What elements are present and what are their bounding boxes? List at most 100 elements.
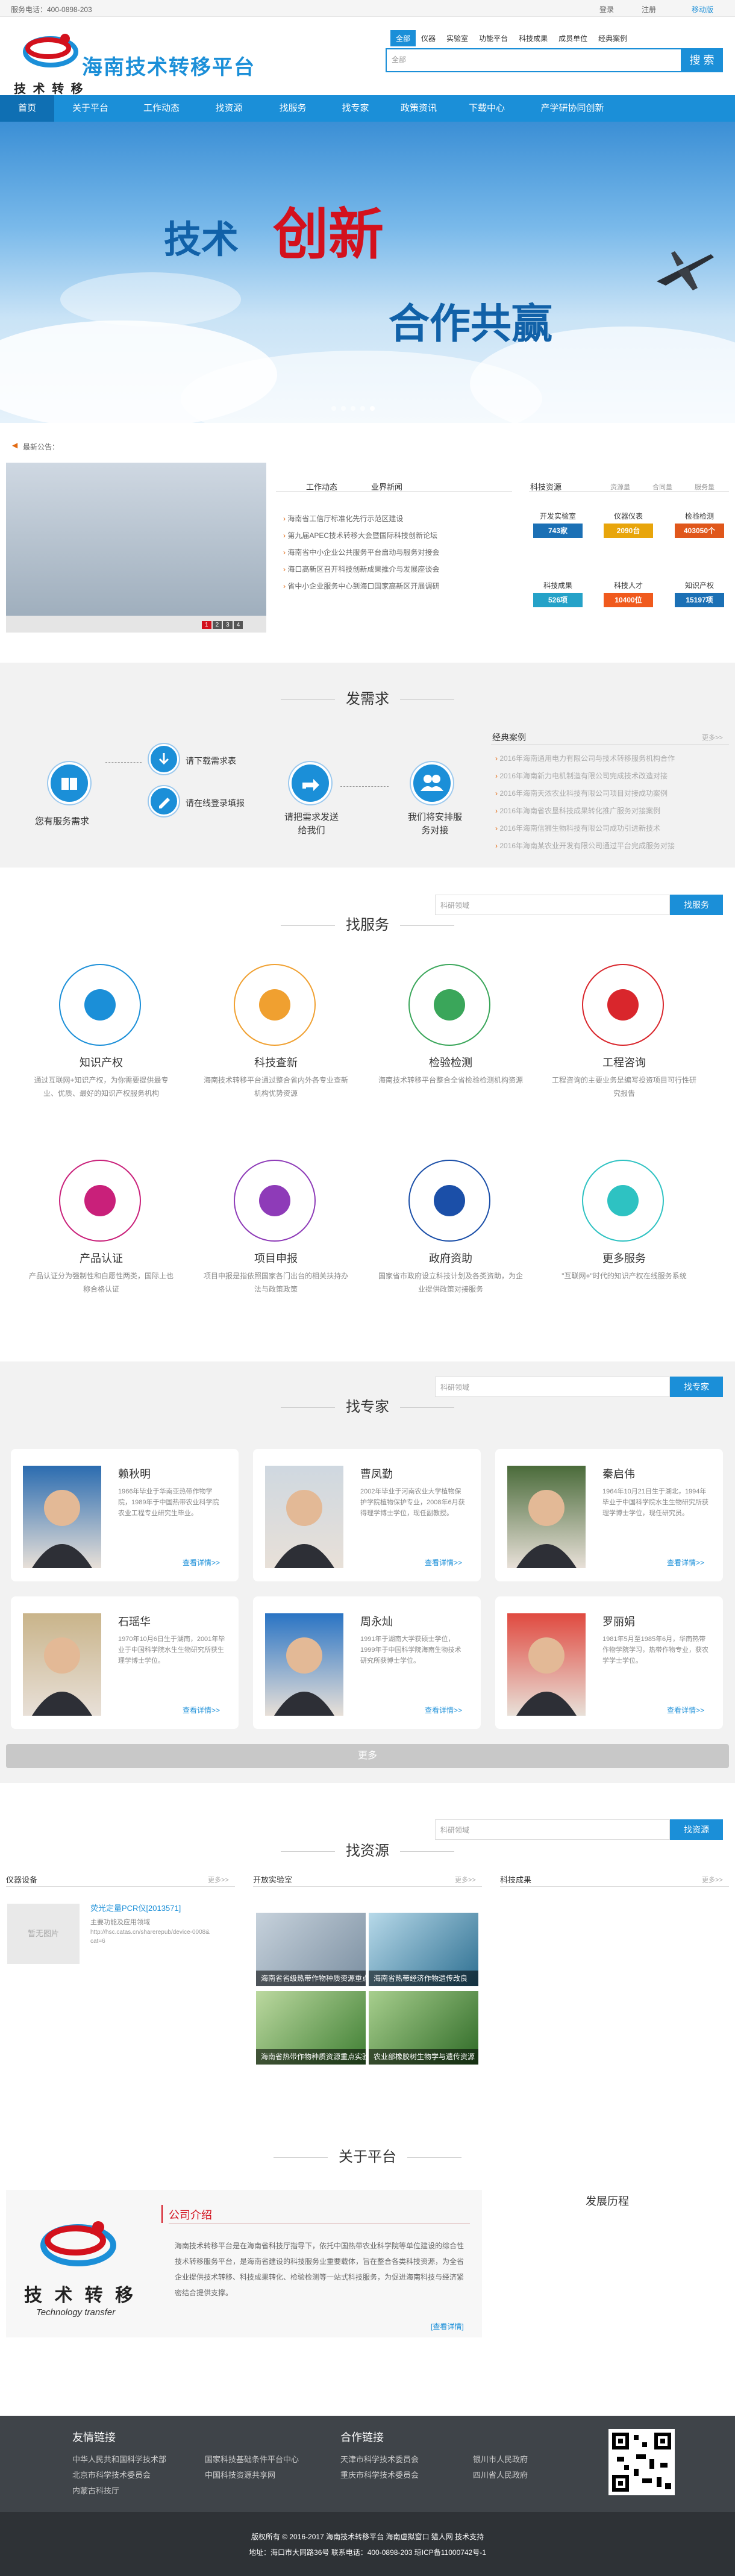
expert-card[interactable]: 罗丽娟 1981年5月至1985年6月，华南热带作物学院学习，热带作物专业，获农学… — [495, 1596, 723, 1729]
news-item[interactable]: 海南省中小企业公共服务平台启动与服务对接会 — [283, 547, 439, 557]
instrument-more-link[interactable]: 更多>> — [208, 1875, 229, 1884]
cases-more-link[interactable]: 更多>> — [702, 733, 723, 742]
partner-link[interactable]: 重庆市科学技术委员会 — [340, 2469, 419, 2480]
friend-link[interactable]: 中华人民共和国科学技术部 — [72, 2453, 166, 2465]
service-shield-icon[interactable] — [408, 1160, 490, 1242]
service-dots-icon[interactable] — [582, 1160, 664, 1242]
instrument-name[interactable]: 荧光定量PCR仪[2013571] — [90, 1902, 181, 1913]
service-title[interactable]: 工程咨询 — [552, 1054, 696, 1070]
page-number[interactable]: 2 — [212, 621, 222, 629]
search-tab[interactable]: 科技成果 — [513, 30, 553, 46]
service-chat-icon[interactable] — [582, 964, 664, 1046]
service-title[interactable]: 科技查新 — [204, 1054, 348, 1070]
step-online[interactable]: 请在线登录填报 — [186, 797, 245, 809]
carousel-dot[interactable] — [370, 406, 375, 411]
case-item[interactable]: 2016年海南某农业开发有限公司通过平台完成服务对接 — [495, 840, 724, 851]
search-button[interactable]: 搜 索 — [681, 48, 723, 72]
page-number[interactable]: 3 — [223, 621, 233, 629]
expert-detail-link[interactable]: 查看详情>> — [183, 1557, 220, 1568]
expert-photo[interactable] — [265, 1613, 343, 1716]
lab-more-link[interactable]: 更多>> — [455, 1875, 476, 1884]
news-item[interactable]: 海口高新区召开科技创新成果推介与发展座谈会 — [283, 564, 439, 574]
partner-link[interactable]: 四川省人民政府 — [473, 2469, 528, 2480]
tab-work-news[interactable]: 工作动态 — [306, 481, 337, 492]
expert-card[interactable]: 石瑶华 1970年10月6日生于湖南，2001年毕业于中国科学院水生生物研究所获生… — [11, 1596, 239, 1729]
more-experts-button[interactable]: 更多 — [6, 1744, 729, 1768]
carousel-dot[interactable] — [341, 406, 346, 411]
tab-contract-count[interactable]: 合同量 — [652, 482, 672, 492]
news-image-carousel[interactable]: 1 2 3 4 — [6, 463, 266, 633]
expert-photo[interactable] — [265, 1466, 343, 1568]
service-diamond-icon[interactable] — [408, 964, 490, 1046]
lab-card[interactable]: 海南省热带经济作物遗传改良 — [369, 1913, 478, 1986]
nav-experts[interactable]: 找专家 — [325, 95, 386, 122]
resource-stat[interactable]: 检验检测 403050个 — [675, 509, 724, 538]
expert-detail-link[interactable]: 查看详情>> — [425, 1705, 462, 1715]
expert-detail-link[interactable]: 查看详情>> — [667, 1557, 704, 1568]
case-item[interactable]: 2016年海南信狮生物科技有限公司成功引进新技术 — [495, 823, 724, 833]
page-number[interactable]: 4 — [233, 621, 243, 629]
news-item[interactable]: 海南省工信厅标准化先行示范区建设 — [283, 513, 403, 524]
register-link[interactable]: 注册 — [642, 4, 656, 14]
service-title[interactable]: 项目申报 — [204, 1250, 348, 1266]
expert-card[interactable]: 曹凤勤 2002年毕业于河南农业大学植物保护学院植物保护专业，2008年6月获得理… — [253, 1449, 481, 1581]
service-doc-icon[interactable] — [234, 1160, 316, 1242]
search-tab[interactable]: 实验室 — [441, 30, 474, 46]
page-number[interactable]: 1 — [202, 621, 211, 629]
search-tab[interactable]: 成员单位 — [553, 30, 593, 46]
expert-photo[interactable] — [23, 1466, 101, 1568]
search-tab[interactable]: 经典案例 — [593, 30, 633, 46]
search-tab[interactable]: 仪器 — [416, 30, 441, 46]
carousel-dot[interactable] — [331, 406, 336, 411]
friend-link[interactable]: 内蒙古科技厅 — [72, 2484, 119, 2496]
expert-photo[interactable] — [507, 1466, 586, 1568]
resource-search-input[interactable]: 科研领域 — [435, 1819, 670, 1840]
download-icon[interactable] — [149, 744, 179, 774]
expert-card[interactable]: 赖秋明 1966年毕业于华南亚热带作物学院，1989年于中国热带农业科学院农业工程… — [11, 1449, 239, 1581]
case-item[interactable]: 2016年海南新力电机制造有限公司完成技术改造对接 — [495, 771, 724, 781]
instrument-image[interactable]: 暂无图片 — [7, 1904, 80, 1964]
expert-detail-link[interactable]: 查看详情>> — [425, 1557, 462, 1568]
nav-about[interactable]: 关于平台 — [60, 95, 120, 122]
resource-stat[interactable]: 知识产权 15197项 — [675, 578, 724, 607]
friend-link[interactable]: 中国科技资源共享网 — [205, 2469, 275, 2480]
case-item[interactable]: 2016年海南天浓农业科技有限公司项目对接成功案例 — [495, 788, 724, 798]
nav-work[interactable]: 工作动态 — [131, 95, 192, 122]
expert-search-input[interactable]: 科研领域 — [435, 1377, 670, 1397]
expert-card[interactable]: 秦启伟 1964年10月21日生于湖北，1994年毕业于中国科学院水生生物研究所获… — [495, 1449, 723, 1581]
lab-card[interactable]: 海南省热带作物种质资源重点实验室 — [256, 1991, 366, 2065]
service-search-button[interactable]: 找服务 — [670, 895, 723, 915]
service-title[interactable]: 检验检测 — [378, 1054, 523, 1070]
service-atom-icon[interactable] — [234, 964, 316, 1046]
resource-stat[interactable]: 科技人才 10400位 — [604, 578, 653, 607]
resource-stat[interactable]: 仪器仪表 2090台 — [604, 509, 653, 538]
friend-link[interactable]: 国家科技基础条件平台中心 — [205, 2453, 299, 2465]
resource-stat[interactable]: 科技成果 526项 — [533, 578, 583, 607]
pencil-icon[interactable] — [149, 786, 179, 816]
tab-service-count[interactable]: 服务量 — [695, 482, 715, 492]
service-title[interactable]: 知识产权 — [29, 1054, 174, 1070]
intro-more-link[interactable]: [查看详情] — [431, 2321, 464, 2331]
resource-search-button[interactable]: 找资源 — [670, 1819, 723, 1840]
service-v-icon[interactable] — [59, 1160, 141, 1242]
nav-services[interactable]: 找服务 — [263, 95, 323, 122]
nav-innovation[interactable]: 产学研协同创新 — [527, 95, 618, 122]
service-title[interactable]: 政府资助 — [378, 1250, 523, 1266]
tab-resource-count[interactable]: 资源量 — [610, 482, 630, 492]
carousel-dot[interactable] — [360, 406, 365, 411]
partner-link[interactable]: 银川市人民政府 — [473, 2453, 528, 2465]
nav-home[interactable]: 首页 — [0, 95, 54, 122]
news-item[interactable]: 省中小企业服务中心到海口国家高新区开展调研 — [283, 581, 439, 591]
service-bulb-icon[interactable] — [59, 964, 141, 1046]
service-search-input[interactable]: 科研领域 — [435, 895, 670, 915]
expert-card[interactable]: 周永灿 1991年于湖南大学获硕士学位，1999年于中国科学院海南生物技术研究所获… — [253, 1596, 481, 1729]
step-download[interactable]: 请下载需求表 — [186, 755, 236, 767]
login-link[interactable]: 登录 — [599, 4, 614, 14]
nav-policy[interactable]: 政策资讯 — [386, 95, 452, 122]
expert-search-button[interactable]: 找专家 — [670, 1377, 723, 1397]
resource-stat[interactable]: 开发实验室 743家 — [533, 509, 583, 538]
mobile-version-link[interactable]: 移动版 — [692, 4, 713, 14]
expert-detail-link[interactable]: 查看详情>> — [183, 1705, 220, 1715]
partner-link[interactable]: 天津市科学技术委员会 — [340, 2453, 419, 2465]
expert-photo[interactable] — [23, 1613, 101, 1716]
